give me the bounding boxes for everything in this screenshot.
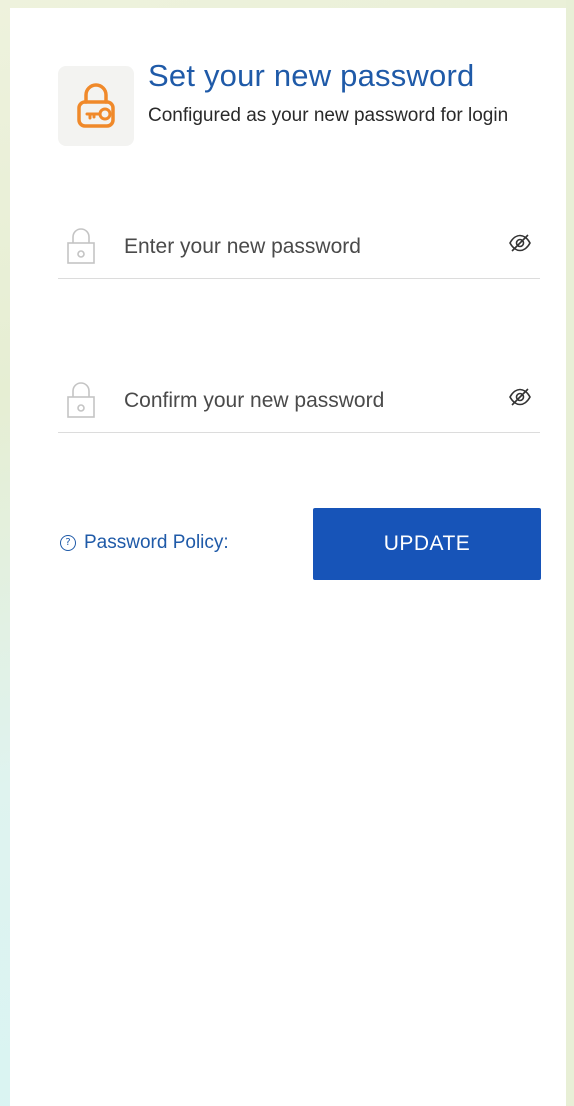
- lock-icon: [67, 228, 95, 264]
- background-map-right: [566, 0, 574, 1106]
- eye-off-icon[interactable]: [508, 388, 532, 406]
- padlock-key-icon: [77, 83, 115, 128]
- confirm-password-field: [58, 368, 540, 433]
- lock-icon: [67, 382, 95, 418]
- password-card: Set your new password Configured as your…: [10, 8, 566, 1106]
- update-button[interactable]: UPDATE: [313, 508, 541, 580]
- header-icon-box: [58, 66, 134, 146]
- new-password-field: [58, 214, 540, 279]
- page-subtitle: Configured as your new password for logi…: [148, 105, 509, 126]
- password-policy-link[interactable]: ? Password Policy:: [60, 532, 229, 554]
- new-password-input[interactable]: [122, 228, 486, 266]
- eye-off-icon[interactable]: [508, 234, 532, 252]
- page-title: Set your new password: [148, 58, 475, 93]
- confirm-password-input[interactable]: [122, 382, 486, 420]
- help-circle-icon: ?: [60, 535, 76, 551]
- password-policy-label: Password Policy:: [84, 532, 229, 553]
